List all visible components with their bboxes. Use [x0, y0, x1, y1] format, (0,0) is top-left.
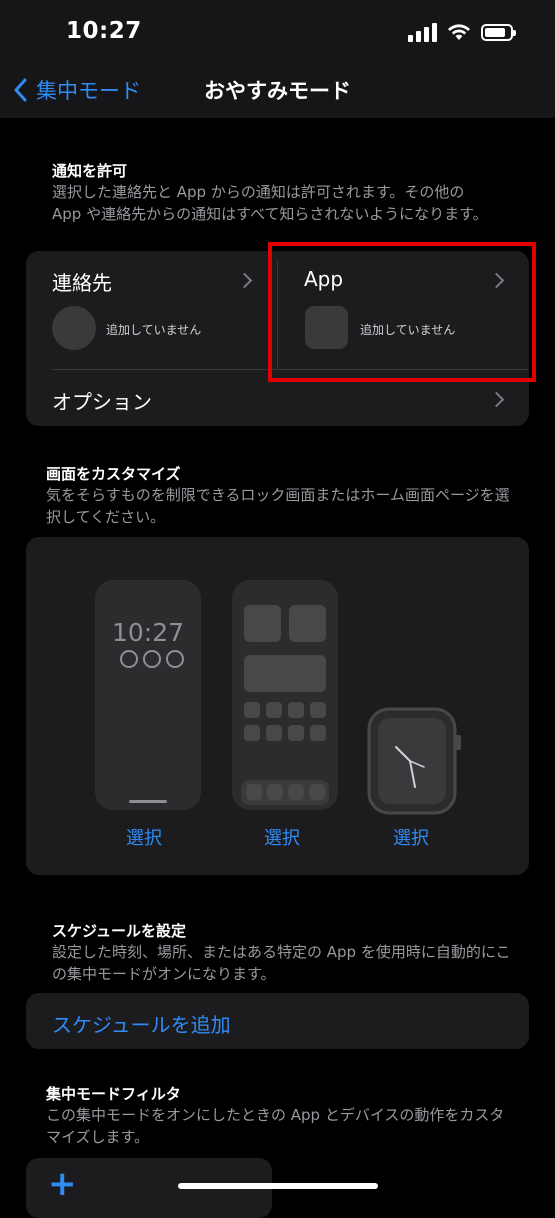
highlight-box — [268, 242, 536, 382]
customize-header: 画面をカスタマイズ — [46, 465, 181, 483]
schedule-description: 設定した時刻、場所、またはある特定の App を使用時に自動的にこの集中モードが… — [52, 943, 511, 983]
lock-home-indicator — [129, 800, 167, 803]
add-schedule-label: スケジュールを追加 — [52, 1013, 231, 1037]
contacts-chevron-icon — [236, 272, 253, 289]
add-schedule-row[interactable]: スケジュールを追加 — [26, 993, 529, 1049]
select-watch-face-button[interactable]: 選択 — [393, 824, 429, 850]
page-title: おやすみモード — [204, 79, 351, 103]
status-icons — [408, 22, 516, 42]
customize-card: 10:27 選択 選択 選択 — [26, 537, 529, 875]
battery-icon — [481, 23, 516, 41]
contacts-label: 連絡先 — [52, 271, 112, 295]
home-indicator — [178, 1183, 378, 1189]
select-lock-screen-button[interactable]: 選択 — [126, 824, 162, 850]
notifications-header: 通知を許可 — [52, 162, 128, 180]
home-screen-preview[interactable] — [232, 580, 338, 810]
customize-description: 気をそらすものを制限できるロック画面またはホーム画面ページを選択してください。 — [46, 486, 510, 526]
contact-avatar-placeholder — [52, 306, 96, 350]
select-home-screen-button[interactable]: 選択 — [264, 824, 300, 850]
watch-preview-icon[interactable] — [366, 707, 466, 817]
contacts-status: 追加していません — [106, 323, 202, 337]
options-label: オプション — [52, 390, 152, 414]
wifi-icon — [448, 24, 470, 40]
lock-screen-time: 10:27 — [111, 618, 185, 647]
cellular-signal-icon — [408, 22, 437, 42]
status-time: 10:27 — [66, 18, 142, 44]
lock-widget-circles — [120, 650, 184, 668]
options-chevron-icon — [488, 391, 505, 408]
contacts-cell[interactable]: 連絡先 追加していません — [26, 251, 277, 369]
filters-header: 集中モードフィルタ — [46, 1085, 181, 1103]
battery-level — [485, 27, 506, 37]
filters-description: この集中モードをオンにしたときの App とデバイスの動作をカスタマイズします。 — [46, 1106, 505, 1146]
notifications-description: 選択した連絡先と App からの通知は許可されます。その他の App や連絡先か… — [52, 183, 488, 223]
lock-screen-preview[interactable]: 10:27 — [95, 580, 201, 810]
add-filter-plus-icon: + — [48, 1164, 77, 1204]
schedule-header: スケジュールを設定 — [52, 922, 186, 940]
